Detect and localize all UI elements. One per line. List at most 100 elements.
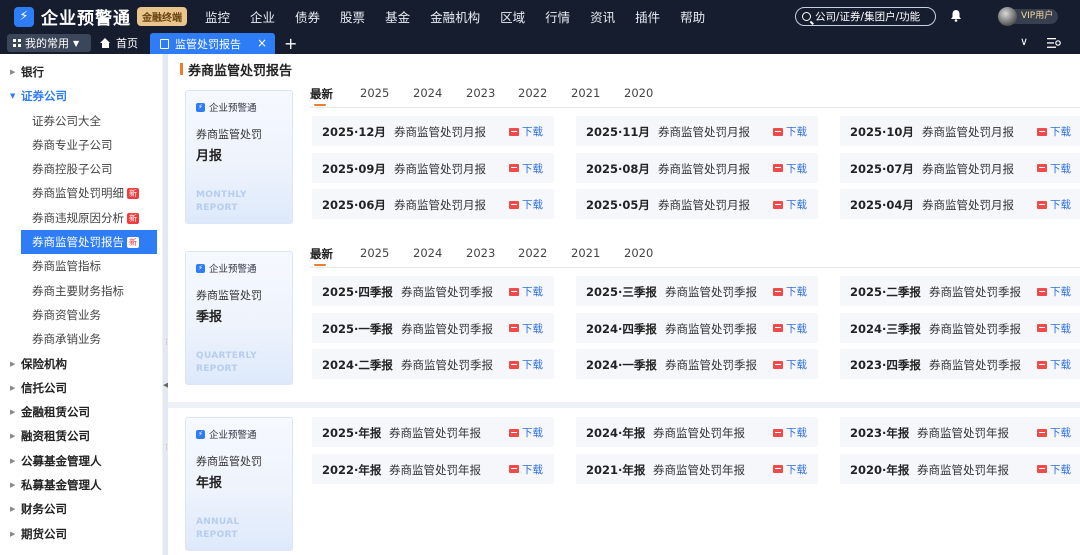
report-item: 2024·四季报 券商监管处罚季报 下载 (576, 312, 818, 343)
sidebar-group[interactable]: ▶ 银行 (0, 60, 162, 84)
tab-year[interactable]: 2020 (624, 86, 653, 100)
page-header: 券商监管处罚报告 (168, 54, 1080, 82)
tab-home[interactable]: 首页 (100, 34, 138, 52)
report-item: 2023·四季报 券商监管处罚季报 下载 (840, 349, 1080, 379)
download-link[interactable]: 下载 (509, 321, 543, 336)
download-link[interactable]: 下载 (1037, 124, 1071, 139)
download-link[interactable]: 下载 (1037, 425, 1071, 440)
sidebar-item[interactable]: 券商监管指标 (0, 254, 162, 278)
sidebar-group[interactable]: ▶ 保险机构 (0, 352, 162, 376)
nav-item[interactable]: 行情 (545, 7, 570, 26)
avatar[interactable] (998, 7, 1017, 26)
download-link[interactable]: 下载 (773, 425, 807, 440)
sidebar-group[interactable]: ▶ 信托公司 (0, 376, 162, 400)
nav-item[interactable]: 监控 (205, 7, 230, 26)
report-period: 2025·10月 (850, 125, 914, 139)
chevron-down-icon[interactable]: ∨ (1020, 35, 1028, 48)
tab-year[interactable]: 2023 (466, 86, 495, 100)
download-link[interactable]: 下载 (509, 284, 543, 299)
close-icon[interactable]: × (257, 36, 267, 50)
report-name: 券商监管处罚年报 (389, 462, 481, 477)
download-link[interactable]: 下载 (509, 357, 543, 372)
sidebar-group[interactable]: ▼ 证券公司 (0, 84, 162, 108)
tab-year[interactable]: 2024 (413, 86, 442, 100)
main-content: 券商监管处罚报告 ⚡ 企业预警通 券商监管处罚 月报 MONTHLY REPORT 最新 20… (168, 54, 1080, 555)
sidebar-group[interactable]: ▶ 金融租赁公司 (0, 400, 162, 424)
pdf-icon (509, 324, 519, 332)
download-link[interactable]: 下载 (773, 462, 807, 477)
tab-regulatory-report[interactable]: 监管处罚报告 × (150, 33, 275, 54)
sidebar-item[interactable]: 券商资管业务 (0, 303, 162, 327)
search-input[interactable] (815, 10, 935, 23)
tab-year[interactable]: 2022 (518, 246, 547, 260)
nav-item[interactable]: 帮助 (680, 7, 705, 26)
tab-year[interactable]: 最新 (310, 86, 333, 102)
nav-item[interactable]: 资讯 (590, 7, 615, 26)
report-item: 2020·年报 券商监管处罚年报 下载 (840, 453, 1080, 484)
nav-item[interactable]: 企业 (250, 7, 275, 26)
nav-item[interactable]: 区域 (500, 7, 525, 26)
sidebar-group[interactable]: ▶ 期货公司 (0, 522, 162, 546)
download-link[interactable]: 下载 (1037, 462, 1071, 477)
menu-settings-icon[interactable] (1047, 37, 1061, 49)
tab-year[interactable]: 2025 (360, 86, 389, 100)
sidebar-group[interactable]: ▶ 融资租赁公司 (0, 424, 162, 448)
tab-year[interactable]: 最新 (310, 246, 333, 262)
tab-year[interactable]: 2025 (360, 246, 389, 260)
report-period: 2024·三季报 (850, 321, 921, 336)
tab-year[interactable]: 2022 (518, 86, 547, 100)
new-badge: 新 (127, 188, 139, 200)
report-item: 2025·三季报 券商监管处罚季报 下载 (576, 276, 818, 306)
sidebar-group[interactable]: ▶ 公募基金管理人 (0, 449, 162, 473)
download-link[interactable]: 下载 (509, 161, 543, 176)
download-link[interactable]: 下载 (773, 197, 807, 212)
lightning-icon: ⚡ (196, 102, 205, 112)
download-link[interactable]: 下载 (1037, 284, 1071, 299)
sidebar-item[interactable]: 证券公司大全 (0, 109, 162, 133)
nav-item[interactable]: 基金 (385, 7, 410, 26)
download-link[interactable]: 下载 (509, 462, 543, 477)
tab-year[interactable]: 2024 (413, 246, 442, 260)
download-link[interactable]: 下载 (773, 284, 807, 299)
sidebar-group[interactable]: ▶ 财务公司 (0, 497, 162, 521)
tab-year[interactable]: 2023 (466, 246, 495, 260)
download-link[interactable]: 下载 (1037, 161, 1071, 176)
nav-item[interactable]: 股票 (340, 7, 365, 26)
download-link[interactable]: 下载 (509, 425, 543, 440)
tab-year[interactable]: 2021 (571, 246, 600, 260)
bell-icon[interactable] (950, 9, 962, 22)
add-tab-button[interactable]: + (284, 33, 297, 54)
download-link[interactable]: 下载 (773, 357, 807, 372)
my-favorites-button[interactable]: 我的常用 ▼ (7, 34, 91, 52)
download-link[interactable]: 下载 (1037, 357, 1071, 372)
report-cover-card: ⚡ 企业预警通 券商监管处罚 季报 QUARTERLY REPORT (185, 251, 293, 385)
nav-item[interactable]: 金融机构 (430, 7, 480, 26)
download-link[interactable]: 下载 (773, 321, 807, 336)
report-name: 券商监管处罚季报 (929, 358, 1021, 372)
download-link[interactable]: 下载 (773, 161, 807, 176)
sidebar-item[interactable]: 券商监管处罚报告新 (21, 230, 157, 255)
sidebar-item[interactable]: 券商监管处罚明细新 (0, 181, 162, 205)
app-logo-text[interactable]: 企业预警通 (41, 4, 131, 29)
tab-year[interactable]: 2021 (571, 86, 600, 100)
download-label: 下载 (786, 359, 807, 371)
global-search[interactable] (795, 7, 936, 26)
sidebar-group[interactable]: ▶ 私募基金管理人 (0, 473, 162, 497)
download-link[interactable]: 下载 (1037, 321, 1071, 336)
sidebar-item[interactable]: 券商控股子公司 (0, 157, 162, 181)
report-name: 券商监管处罚年报 (653, 462, 745, 477)
download-link[interactable]: 下载 (509, 124, 543, 139)
download-link[interactable]: 下载 (773, 124, 807, 139)
nav-item[interactable]: 插件 (635, 7, 660, 26)
nav-item[interactable]: 债券 (295, 7, 320, 26)
active-tab-underline (314, 264, 326, 266)
sidebar-item[interactable]: 券商专业子公司 (0, 133, 162, 157)
report-item: 2025·04月 券商监管处罚月报 下载 (840, 189, 1080, 219)
sidebar-item[interactable]: 券商承销业务 (0, 327, 162, 351)
download-link[interactable]: 下载 (1037, 197, 1071, 212)
tab-year[interactable]: 2020 (624, 246, 653, 260)
sidebar-item[interactable]: 券商主要财务指标 (0, 279, 162, 303)
sidebar-item[interactable]: 券商违规原因分析新 (0, 206, 162, 230)
report-period: 2023·年报 (850, 426, 910, 440)
download-link[interactable]: 下载 (509, 197, 543, 212)
